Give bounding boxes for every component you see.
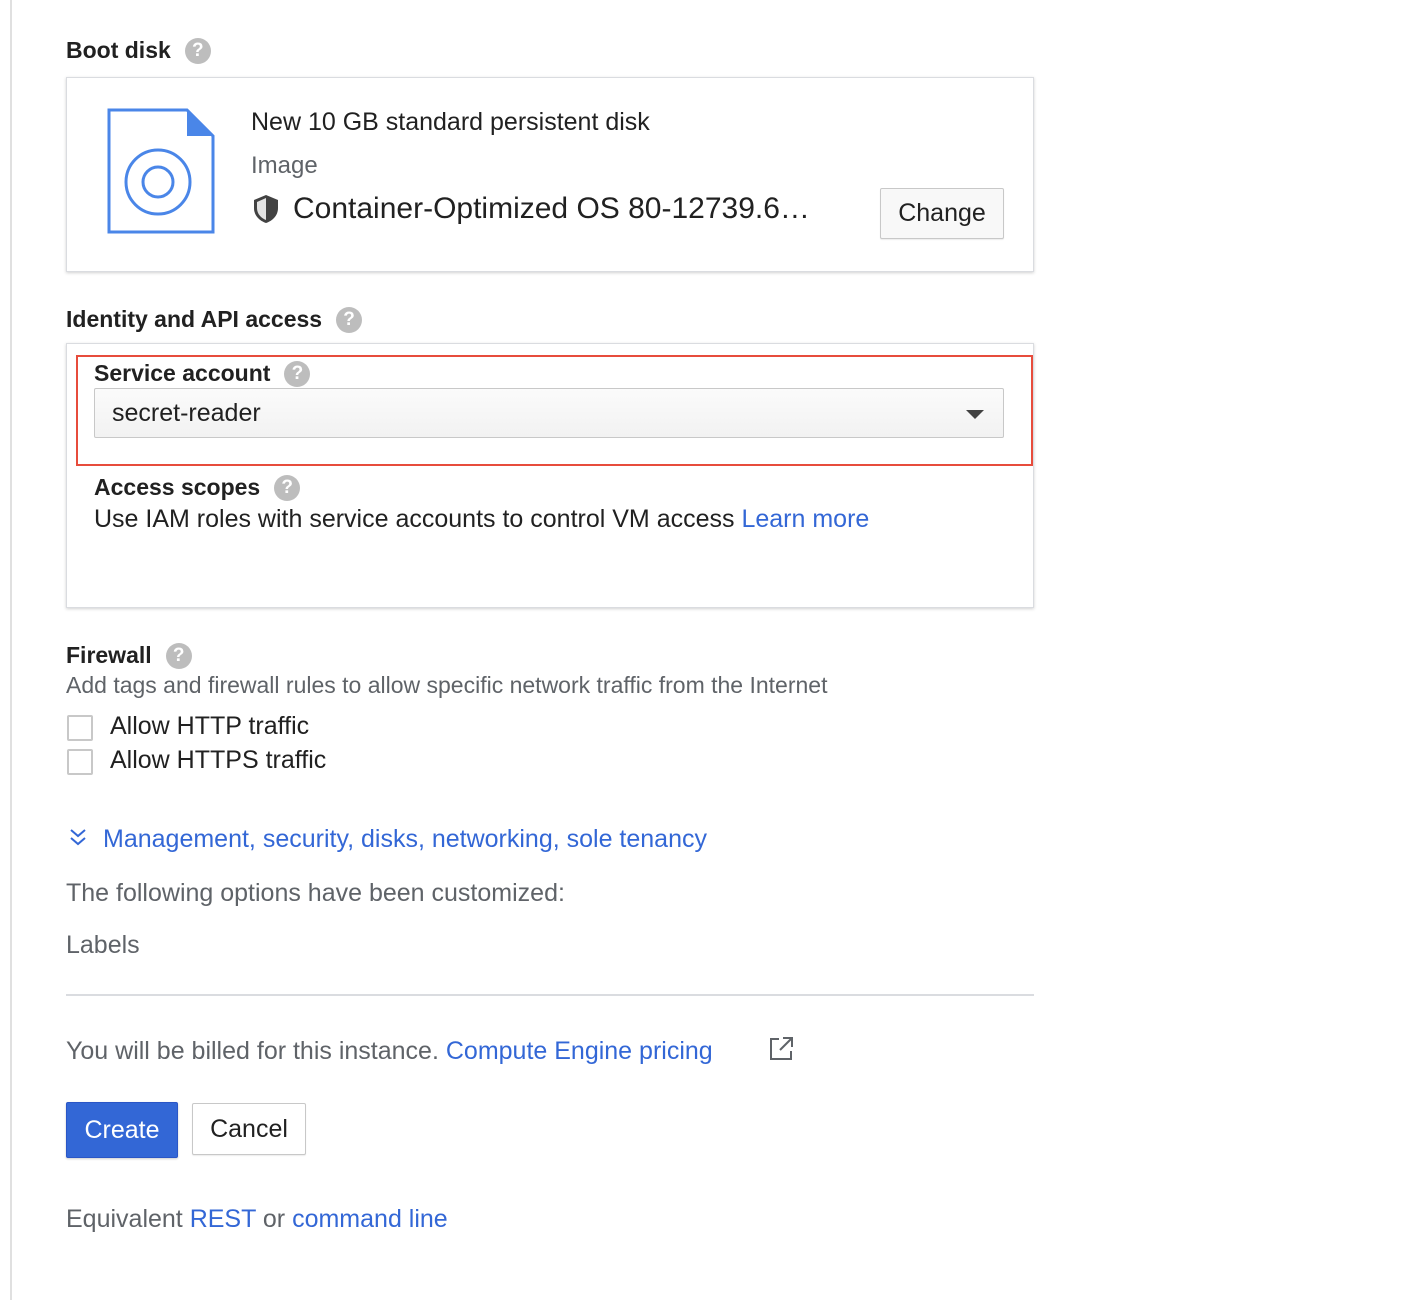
help-icon[interactable]: ? xyxy=(184,37,211,64)
boot-disk-title: Boot disk xyxy=(66,37,171,63)
firewall-description: Add tags and firewall rules to allow spe… xyxy=(66,672,828,698)
compute-engine-pricing-link[interactable]: Compute Engine pricing xyxy=(446,1037,713,1065)
command-line-link[interactable]: command line xyxy=(292,1205,448,1233)
shield-icon xyxy=(254,195,278,223)
access-scopes-label: Access scopes xyxy=(94,474,261,500)
service-account-value: secret-reader xyxy=(112,398,261,427)
identity-heading: Identity and API access ? xyxy=(66,306,363,333)
rest-link[interactable]: REST xyxy=(190,1205,256,1233)
boot-disk-card: New 10 GB standard persistent disk Image… xyxy=(66,77,1034,272)
expand-chevron-icon[interactable] xyxy=(68,826,88,855)
image-label: Image xyxy=(251,152,318,179)
access-scopes-text: Use IAM roles with service accounts to c… xyxy=(94,505,735,533)
divider xyxy=(66,994,1034,996)
allow-https-checkbox[interactable] xyxy=(67,749,93,775)
external-link-icon[interactable] xyxy=(768,1036,794,1067)
help-icon[interactable]: ? xyxy=(274,474,301,501)
or-text: or xyxy=(262,1205,286,1233)
help-icon[interactable]: ? xyxy=(336,306,363,333)
dropdown-arrow-icon xyxy=(966,410,984,419)
customized-item: Labels xyxy=(66,931,140,959)
customized-text: The following options have been customiz… xyxy=(66,879,565,907)
allow-http-checkbox[interactable] xyxy=(67,715,93,741)
service-account-label: Service account xyxy=(94,360,271,386)
service-account-heading: Service account ? xyxy=(94,360,311,387)
access-scopes-heading: Access scopes ? xyxy=(94,474,301,501)
firewall-heading: Firewall ? xyxy=(66,642,192,669)
equivalent-prefix: Equivalent xyxy=(66,1205,183,1233)
boot-disk-heading: Boot disk ? xyxy=(66,37,211,64)
equivalent-row: Equivalent REST or command line xyxy=(66,1205,448,1234)
disk-description: New 10 GB standard persistent disk xyxy=(251,108,650,136)
access-scopes-description: Use IAM roles with service accounts to c… xyxy=(94,505,869,534)
left-border xyxy=(10,0,12,1300)
billing-notice: You will be billed for this instance. Co… xyxy=(66,1037,713,1066)
cancel-button[interactable]: Cancel xyxy=(192,1103,306,1155)
firewall-title: Firewall xyxy=(66,642,152,668)
help-icon[interactable]: ? xyxy=(284,360,311,387)
service-account-select[interactable]: secret-reader xyxy=(94,388,1004,438)
help-icon[interactable]: ? xyxy=(165,642,192,669)
billing-text: You will be billed for this instance. xyxy=(66,1037,439,1065)
create-button[interactable]: Create xyxy=(66,1102,178,1158)
learn-more-link[interactable]: Learn more xyxy=(741,505,869,533)
disk-icon xyxy=(107,108,215,239)
image-name: Container-Optimized OS 80-12739.6… xyxy=(293,192,810,225)
image-name-row: Container-Optimized OS 80-12739.6… xyxy=(253,192,810,226)
allow-http-label[interactable]: Allow HTTP traffic xyxy=(110,712,309,741)
allow-https-label[interactable]: Allow HTTPS traffic xyxy=(110,746,326,775)
identity-title: Identity and API access xyxy=(66,306,323,332)
management-link[interactable]: Management, security, disks, networking,… xyxy=(103,825,707,854)
change-button[interactable]: Change xyxy=(880,188,1004,239)
